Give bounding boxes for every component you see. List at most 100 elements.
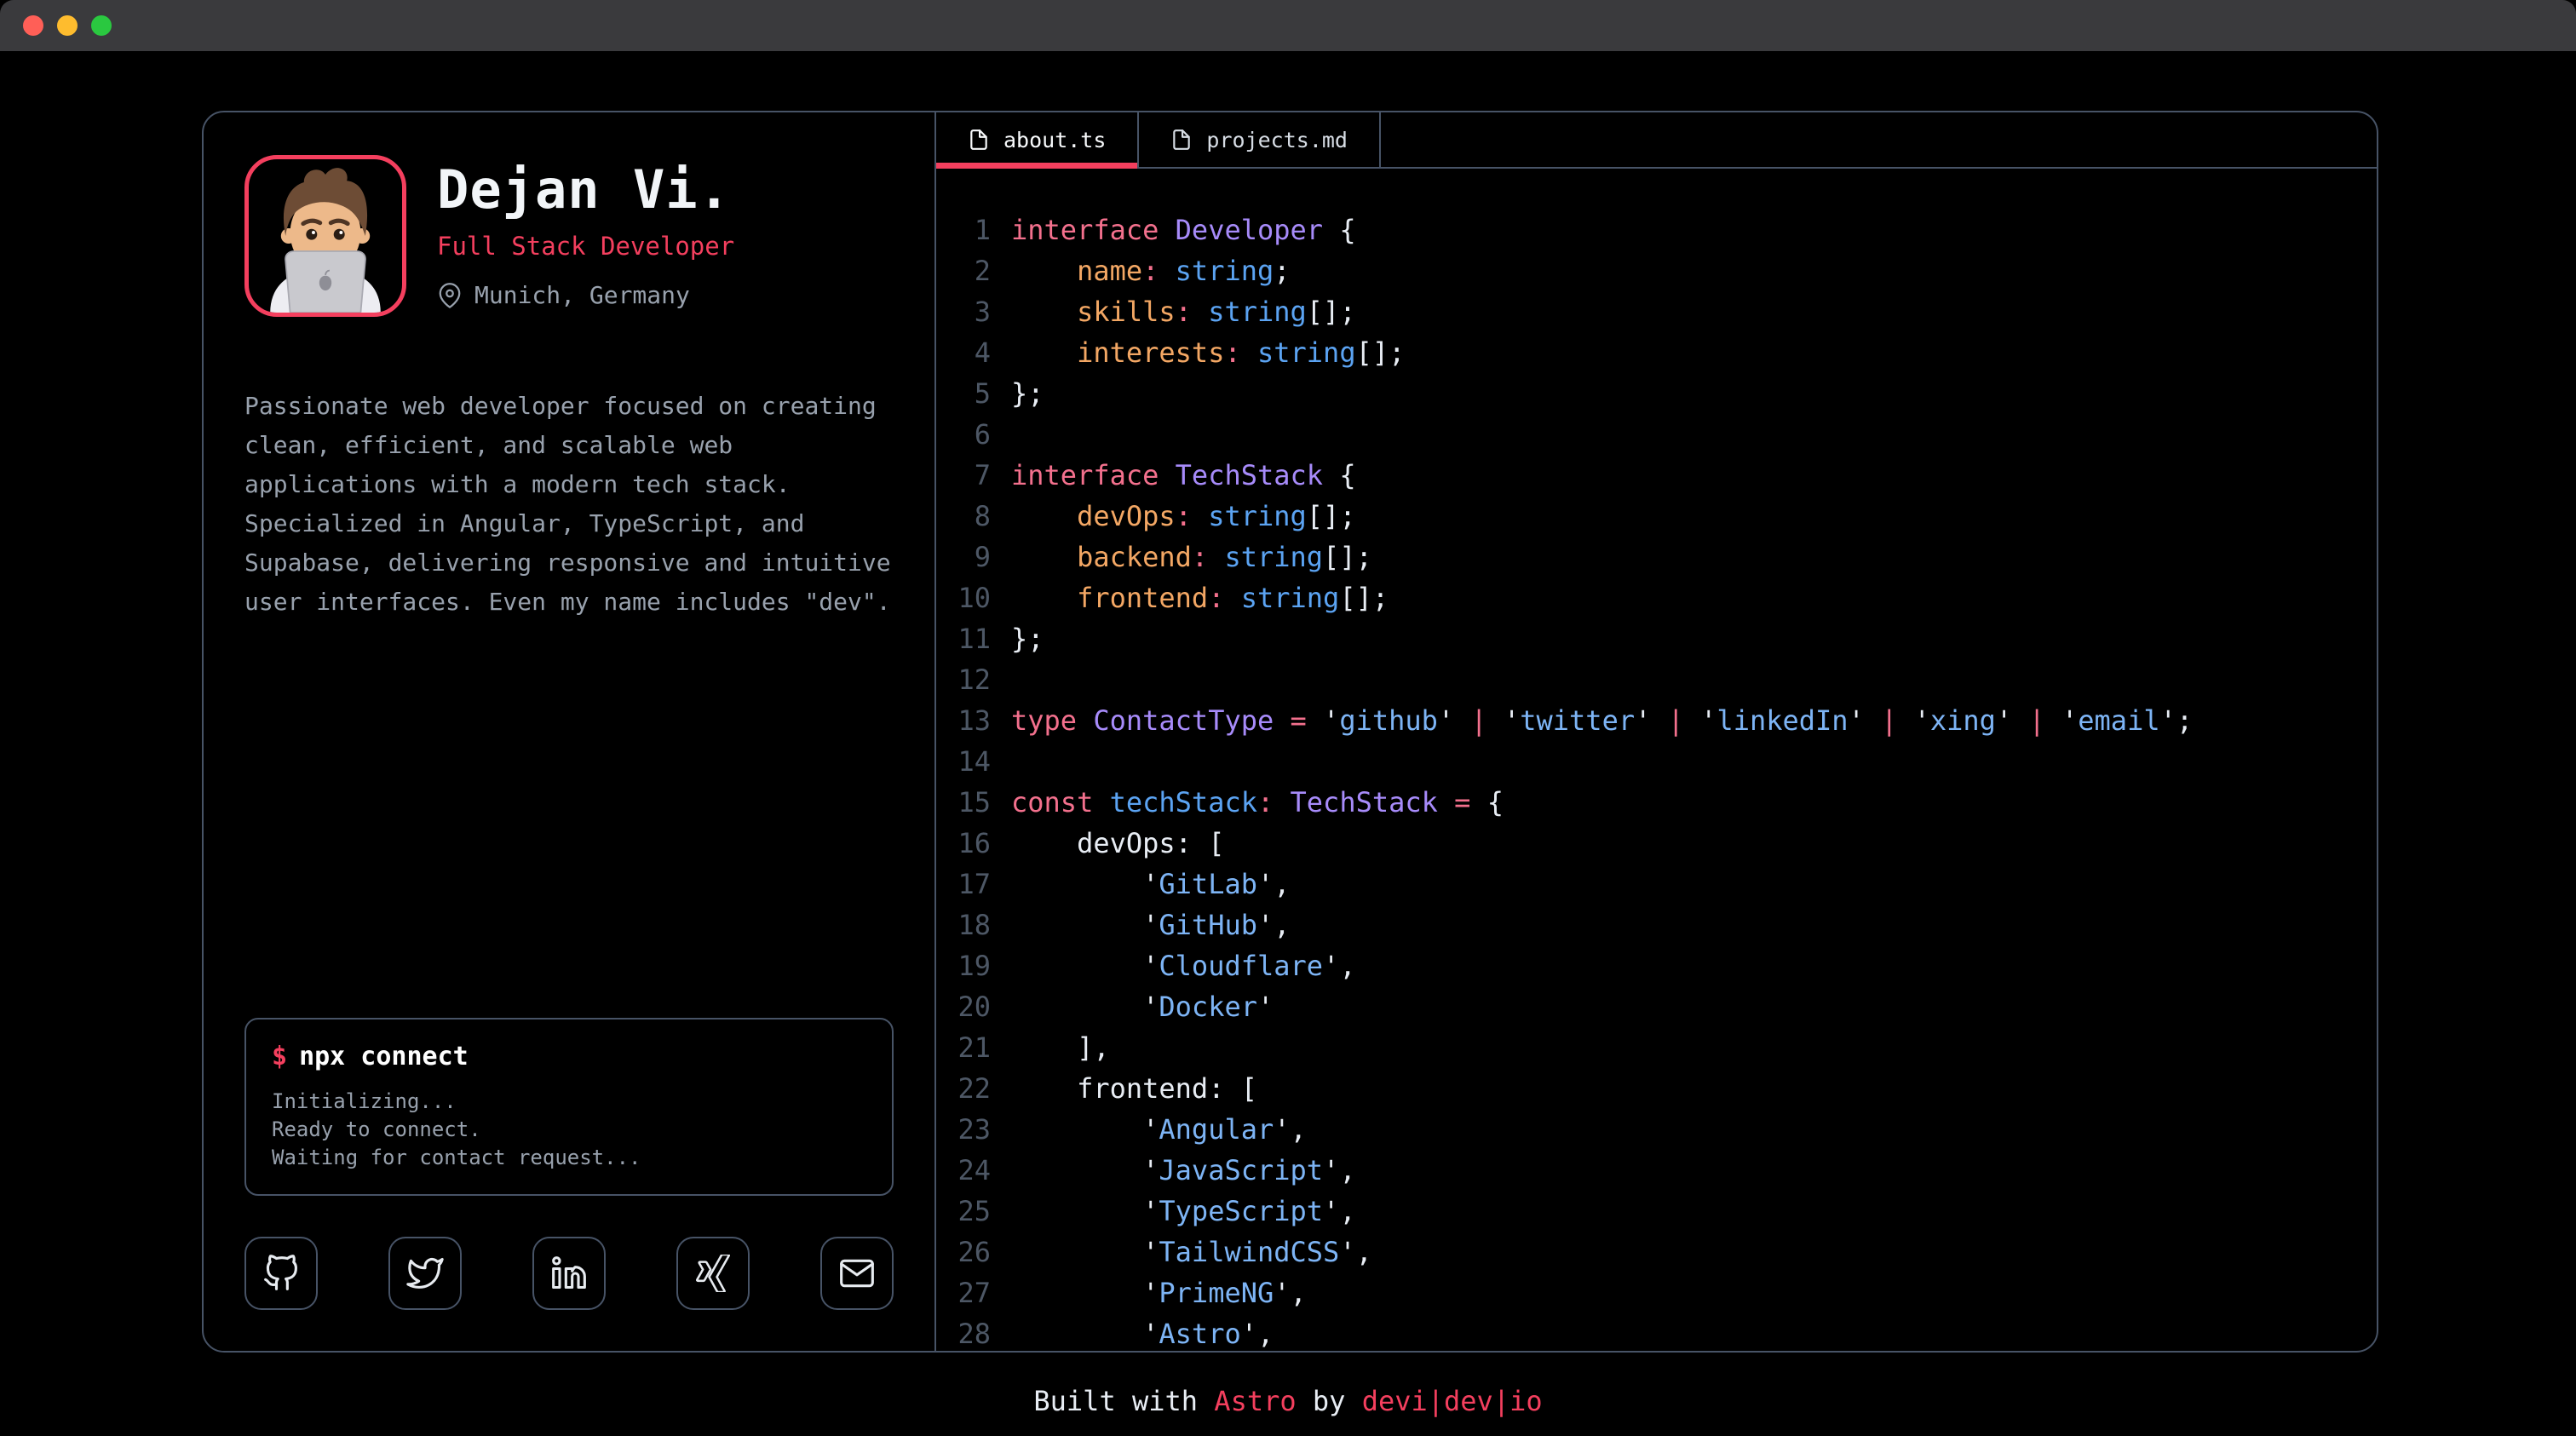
code-line: 26 'TailwindCSS', <box>936 1232 2377 1272</box>
line-number: 20 <box>936 986 991 1027</box>
profile-name: Dejan Vi. <box>437 160 734 220</box>
tab-projects-md[interactable]: projects.md <box>1139 112 1381 167</box>
code-text: 'PrimeNG', <box>1011 1272 1307 1313</box>
footer-accent-text: devi|dev|io <box>1362 1385 1543 1417</box>
code-text: frontend: string[]; <box>1011 577 1389 618</box>
profile-header: Dejan Vi. Full Stack Developer Munich, G… <box>244 155 894 317</box>
code-line: 7interface TechStack { <box>936 455 2377 496</box>
code-text: 'GitHub', <box>1011 905 1291 945</box>
terminal-output: Initializing...Ready to connect.Waiting … <box>272 1088 866 1172</box>
tab-bar: about.ts projects.md <box>936 112 2377 169</box>
code-text <box>1011 414 1027 455</box>
social-button-github[interactable] <box>244 1237 318 1310</box>
code-line: 15 const techStack: TechStack = { <box>936 782 2377 823</box>
code-text: ], <box>1011 1027 1110 1068</box>
code-line: 25 'TypeScript', <box>936 1191 2377 1232</box>
line-number: 1 <box>936 210 991 250</box>
code-line: 4 interests: string[]; <box>936 332 2377 373</box>
code-line: 9 backend: string[]; <box>936 537 2377 577</box>
terminal-command: $ npx connect <box>272 1042 866 1072</box>
command-text: npx connect <box>299 1042 469 1071</box>
bio-line: Supabase, delivering responsive and intu… <box>244 543 894 583</box>
line-number: 7 <box>936 455 991 496</box>
line-number: 16 <box>936 823 991 864</box>
code-text: const techStack: TechStack = { <box>1011 782 1504 823</box>
email-icon <box>838 1255 876 1292</box>
profile-panel: Dejan Vi. Full Stack Developer Munich, G… <box>204 112 934 1351</box>
line-number: 26 <box>936 1232 991 1272</box>
social-links <box>244 1237 894 1310</box>
twitter-icon <box>406 1255 444 1292</box>
bio-line: Passionate web developer focused on crea… <box>244 387 894 426</box>
location-pin-icon <box>437 283 463 308</box>
code-line: 14 <box>936 741 2377 782</box>
file-icon <box>968 129 990 151</box>
social-button-linkedin[interactable] <box>532 1237 606 1310</box>
footer-text: by <box>1297 1385 1362 1417</box>
code-text: devOps: string[]; <box>1011 496 1356 537</box>
bio: Passionate web developer focused on crea… <box>244 387 894 622</box>
social-button-email[interactable] <box>820 1237 894 1310</box>
code-text: frontend: [ <box>1011 1068 1257 1109</box>
bio-line: user interfaces. Even my name includes "… <box>244 583 894 622</box>
code-area: 1interface Developer {2 name: string;3 s… <box>936 169 2377 1351</box>
code-line: 17 'GitLab', <box>936 864 2377 905</box>
xing-icon <box>694 1255 732 1292</box>
line-number: 15 <box>936 782 991 823</box>
linkedin-icon <box>550 1255 588 1292</box>
profile-title: Full Stack Developer <box>437 232 734 261</box>
memoji-avatar-image <box>249 159 402 313</box>
social-button-twitter[interactable] <box>388 1237 462 1310</box>
code-line: 20 'Docker' <box>936 986 2377 1027</box>
identity: Dejan Vi. Full Stack Developer Munich, G… <box>437 155 734 317</box>
traffic-light-minimize[interactable] <box>57 15 78 36</box>
tab-about-ts[interactable]: about.ts <box>936 112 1139 167</box>
traffic-lights <box>23 15 112 36</box>
tab-label: about.ts <box>1003 128 1106 152</box>
code-line: 16 devOps: [ <box>936 823 2377 864</box>
tab-label: projects.md <box>1206 128 1348 152</box>
line-number: 11 <box>936 618 991 659</box>
code-text: }; <box>1011 373 1044 414</box>
code-text: type ContactType = 'github' | 'twitter' … <box>1011 700 2193 741</box>
code-text <box>1011 741 1027 782</box>
code-line: 12 <box>936 659 2377 700</box>
terminal: $ npx connect Initializing...Ready to con… <box>244 1018 894 1196</box>
avatar <box>244 155 406 317</box>
line-number: 21 <box>936 1027 991 1068</box>
code-text: interests: string[]; <box>1011 332 1405 373</box>
code-editor: about.ts projects.md 1interface Developer… <box>934 112 2377 1351</box>
terminal-output-line: Waiting for contact request... <box>272 1144 866 1172</box>
code-line: 27 'PrimeNG', <box>936 1272 2377 1313</box>
prompt-symbol: $ <box>272 1042 287 1071</box>
line-number: 27 <box>936 1272 991 1313</box>
code-text: 'TypeScript', <box>1011 1191 1356 1232</box>
code-text: 'GitLab', <box>1011 864 1291 905</box>
footer-accent-text: Astro <box>1214 1385 1296 1417</box>
code-text: 'TailwindCSS', <box>1011 1232 1372 1272</box>
line-number: 9 <box>936 537 991 577</box>
code-line: 10 frontend: string[]; <box>936 577 2377 618</box>
footer-text: Built with <box>1033 1385 1214 1417</box>
line-number: 25 <box>936 1191 991 1232</box>
portfolio-window: Dejan Vi. Full Stack Developer Munich, G… <box>202 111 2378 1353</box>
line-number: 13 <box>936 700 991 741</box>
bio-line: clean, efficient, and scalable web <box>244 426 894 465</box>
code-text <box>1011 659 1027 700</box>
line-number: 17 <box>936 864 991 905</box>
code-line: 23 'Angular', <box>936 1109 2377 1150</box>
traffic-light-zoom[interactable] <box>91 15 112 36</box>
code-line: 6 <box>936 414 2377 455</box>
code-line: 24 'JavaScript', <box>936 1150 2377 1191</box>
github-icon <box>262 1255 300 1292</box>
line-number: 6 <box>936 414 991 455</box>
traffic-light-close[interactable] <box>23 15 43 36</box>
social-button-xing[interactable] <box>676 1237 750 1310</box>
line-number: 14 <box>936 741 991 782</box>
code-text: 'Angular', <box>1011 1109 1307 1150</box>
code-text: 'Astro', <box>1011 1313 1274 1351</box>
profile-location: Munich, Germany <box>437 281 734 309</box>
code-line: 28 'Astro', <box>936 1313 2377 1351</box>
bio-line: Specialized in Angular, TypeScript, and <box>244 504 894 543</box>
line-number: 18 <box>936 905 991 945</box>
